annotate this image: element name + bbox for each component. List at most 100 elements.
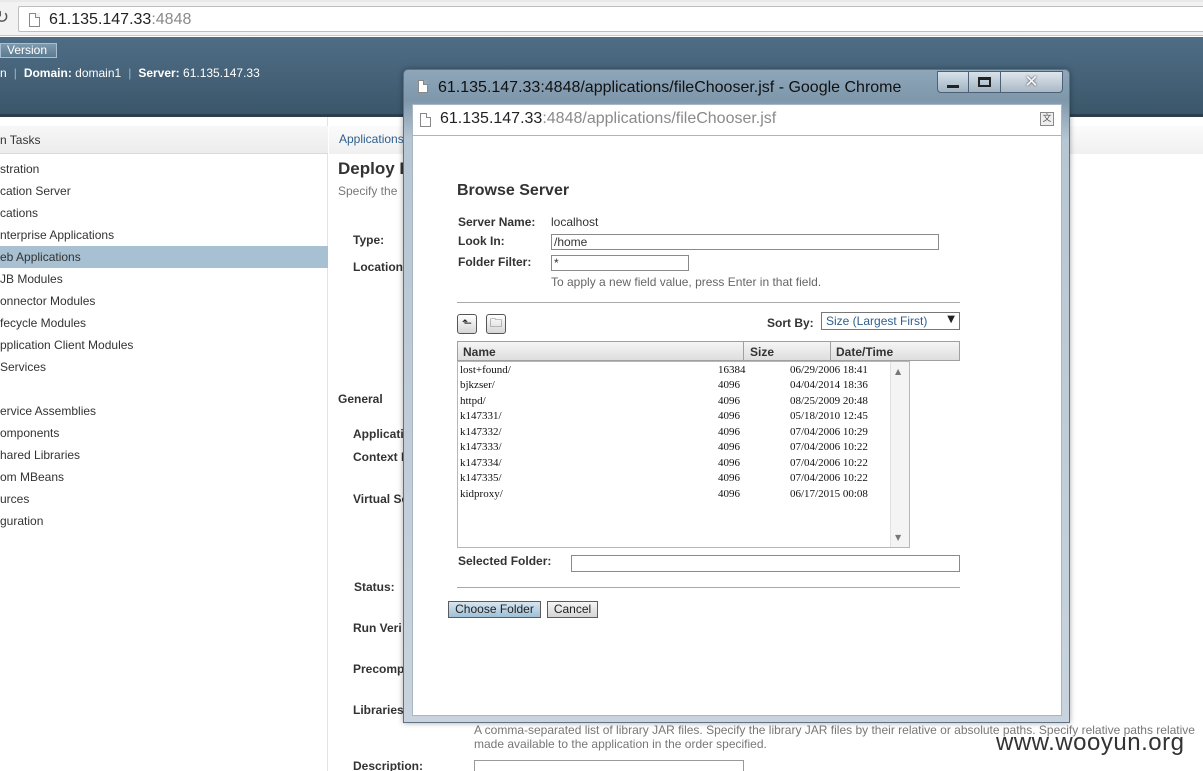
page-title: Deploy E — [338, 159, 411, 178]
file-date: 04/04/2014 18:36 — [790, 379, 868, 391]
nav-item-administration[interactable]: stration — [0, 158, 328, 180]
nav-item-application-server[interactable]: cation Server — [0, 180, 328, 202]
file-row[interactable]: k147334/4096 07/04/2006 10:22 — [460, 457, 890, 472]
file-row[interactable]: lost+found/16384 06/29/2006 18:41 — [460, 364, 890, 379]
server-value: 61.135.147.33 — [183, 66, 260, 80]
file-row[interactable]: httpd/4096 08/25/2009 20:48 — [460, 395, 890, 410]
popup-window-title: 61.135.147.33:4848/applications/fileChoo… — [438, 79, 902, 96]
look-in-input[interactable]: /home — [551, 234, 939, 250]
file-date: 06/17/2015 00:08 — [790, 488, 868, 500]
application-name-label: Applicati — [353, 427, 404, 441]
choose-folder-button[interactable]: Choose Folder — [448, 601, 541, 618]
breadcrumb-applications[interactable]: Applications — [339, 132, 404, 146]
new-folder-button[interactable]: 🗀 — [486, 314, 506, 334]
minimize-button[interactable] — [937, 71, 969, 93]
type-label: Type: — [353, 233, 385, 247]
nav-item-configuration[interactable]: guration — [0, 510, 328, 532]
file-row[interactable]: k147333/4096 07/04/2006 10:22 — [460, 441, 890, 456]
file-date: 05/18/2010 12:45 — [790, 410, 868, 422]
file-date: 08/25/2009 20:48 — [790, 395, 868, 407]
file-row[interactable]: k147331/4096 05/18/2010 12:45 — [460, 410, 890, 425]
file-size: 4096 — [718, 395, 740, 407]
file-row[interactable]: bjkzser/4096 04/04/2014 18:36 — [460, 379, 890, 394]
description-label: Description: — [353, 759, 424, 771]
navigation-tree: n Tasks stration cation Server cations n… — [0, 117, 328, 771]
popup-url: 61.135.147.33:4848/applications/fileChoo… — [440, 110, 777, 127]
domain-value: domain1 — [75, 66, 122, 80]
minimize-icon — [947, 84, 959, 88]
nav-item-custom-mbeans[interactable]: om MBeans — [0, 466, 328, 488]
nav-item-ejb-modules[interactable]: JB Modules — [0, 268, 328, 290]
file-list-scrollbar[interactable]: ▲ ▼ — [890, 362, 909, 547]
address-bar-url: 61.135.147.33:4848 — [49, 11, 192, 28]
nav-item-app-client-modules[interactable]: pplication Client Modules — [0, 334, 328, 356]
watermark: www.wooyun.org — [996, 729, 1185, 756]
nav-item-enterprise-applications[interactable]: nterprise Applications — [0, 224, 328, 246]
libraries-label: Libraries — [353, 703, 404, 717]
sort-by-value: Size (Largest First) — [826, 314, 928, 328]
address-bar[interactable]: 61.135.147.33:4848 — [18, 6, 1203, 32]
page-icon — [29, 13, 40, 27]
file-row[interactable]: kidproxy/4096 06/17/2015 00:08 — [460, 488, 890, 503]
up-one-level-button[interactable]: ⬑ — [457, 314, 477, 334]
nav-item-resources[interactable]: urces — [0, 488, 328, 510]
maximize-icon — [978, 77, 991, 87]
nav-item-service-assemblies[interactable]: ervice Assemblies — [0, 400, 328, 422]
page-icon — [418, 80, 428, 93]
nav-item-web-services[interactable]: Services — [0, 356, 328, 378]
file-size: 4096 — [718, 426, 740, 438]
file-size: 4096 — [718, 379, 740, 391]
field-hint: To apply a new field value, press Enter … — [551, 275, 822, 289]
file-name: bjkzser/ — [460, 379, 495, 391]
nav-heading: n Tasks — [0, 133, 41, 147]
maximize-button[interactable] — [969, 71, 1001, 93]
server-name-label: Server Name: — [458, 215, 536, 229]
virtual-servers-label: Virtual Se — [353, 492, 409, 506]
column-size[interactable]: Size — [750, 345, 774, 359]
scroll-down-icon[interactable]: ▼ — [895, 533, 901, 542]
file-date: 07/04/2006 10:22 — [790, 441, 868, 453]
scroll-up-icon[interactable]: ▲ — [895, 367, 901, 376]
column-date[interactable]: Date/Time — [836, 345, 893, 359]
nav-item-lifecycle-modules[interactable]: fecycle Modules — [0, 312, 328, 334]
chevron-down-icon: ▼ — [947, 314, 955, 325]
column-separator — [830, 342, 831, 361]
popup-titlebar[interactable]: 61.135.147.33:4848/applications/fileChoo… — [404, 70, 1069, 104]
file-size: 4096 — [718, 488, 740, 500]
file-list[interactable]: lost+found/16384 06/29/2006 18:41 bjkzser… — [457, 361, 910, 548]
nav-tree-header: n Tasks — [0, 126, 328, 154]
cancel-button[interactable]: Cancel — [547, 601, 598, 618]
domain-label: Domain: — [23, 66, 72, 80]
file-row[interactable]: k147335/4096 07/04/2006 10:22 — [460, 472, 890, 487]
nav-item-applications[interactable]: cations — [0, 202, 328, 224]
page-help-text: Specify the — [338, 184, 398, 198]
precompile-label: Precomp — [353, 662, 405, 676]
folder-filter-input[interactable]: * — [551, 255, 689, 271]
window-controls: ✕ — [937, 71, 1063, 93]
reload-icon[interactable]: ↻ — [0, 8, 14, 28]
nav-item-web-applications[interactable]: eb Applications — [0, 246, 328, 268]
nav-item-components[interactable]: omponents — [0, 422, 328, 444]
translate-icon[interactable]: 文 — [1040, 112, 1054, 126]
version-button[interactable]: Version — [0, 43, 57, 58]
close-button[interactable]: ✕ — [1001, 71, 1063, 93]
sort-by-select[interactable]: Size (Largest First) ▼ — [821, 312, 960, 330]
look-in-label: Look In: — [458, 234, 505, 248]
context-root-label: Context I — [353, 450, 405, 464]
column-name[interactable]: Name — [463, 345, 496, 359]
selected-folder-label: Selected Folder: — [458, 554, 552, 568]
location-label: Location — [353, 260, 403, 274]
screen: ↻ 61.135.147.33:4848 Version n | Domain: d… — [0, 0, 1203, 771]
sort-by-label: Sort By: — [767, 316, 814, 330]
file-date: 07/04/2006 10:22 — [790, 457, 868, 469]
divider — [457, 587, 960, 588]
file-name: k147335/ — [460, 472, 502, 484]
file-name: k147334/ — [460, 457, 502, 469]
nav-item-shared-libraries[interactable]: hared Libraries — [0, 444, 328, 466]
description-input[interactable] — [474, 760, 744, 771]
nav-item-connector-modules[interactable]: onnector Modules — [0, 290, 328, 312]
popup-address-bar[interactable]: 61.135.147.33:4848/applications/fileChoo… — [412, 104, 1062, 136]
folder-filter-label: Folder Filter: — [458, 255, 532, 269]
file-row[interactable]: k147332/4096 07/04/2006 10:29 — [460, 426, 890, 441]
selected-folder-input[interactable] — [571, 555, 960, 572]
